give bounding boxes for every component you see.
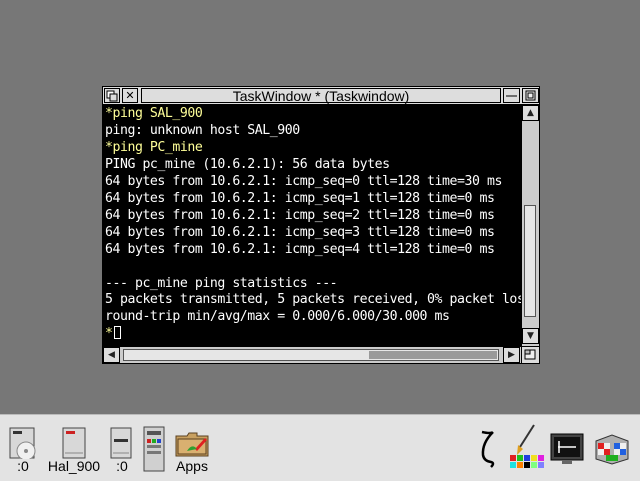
iconise-button[interactable] <box>503 88 520 103</box>
window-title: TaskWindow * (Taskwindow) <box>232 88 410 104</box>
scroll-left-button[interactable]: ◀ <box>103 347 120 363</box>
paint-icon <box>510 424 544 468</box>
icon-bar: :0 Hal_900 :0 Apps <box>0 414 640 481</box>
scroll-down-button[interactable]: ▼ <box>522 328 539 344</box>
iconbar-display[interactable] <box>548 415 586 481</box>
toggle-size-icon <box>525 90 536 101</box>
hard-disc-icon <box>62 427 86 459</box>
cd-drive-icon <box>9 427 36 459</box>
scroll-thumb-shade <box>369 351 497 359</box>
iconbar-hal-disc[interactable]: Hal_900 <box>44 415 104 481</box>
scroll-up-button[interactable]: ▲ <box>522 105 539 121</box>
terminal-line: 64 bytes from 10.6.2.1: icmp_seq=2 ttl=1… <box>105 207 495 223</box>
iconbar-cd-drive[interactable]: :0 <box>6 415 40 481</box>
title-bar[interactable]: ✕ TaskWindow * (Taskwindow) <box>103 87 539 105</box>
terminal-line: round-trip min/avg/max = 0.000/6.000/30.… <box>105 309 450 325</box>
iconbar-printer[interactable] <box>140 415 168 481</box>
horizontal-scroll-thumb[interactable] <box>123 349 499 361</box>
drive-icon <box>110 427 132 459</box>
toggle-size-button[interactable] <box>522 88 539 103</box>
arrow-down-icon: ▼ <box>527 331 534 341</box>
iconbar-zeta[interactable] <box>474 415 502 481</box>
terminal-line: *ping SAL_900 <box>105 106 203 121</box>
arrow-up-icon: ▲ <box>527 108 534 118</box>
close-button[interactable]: ✕ <box>122 88 138 103</box>
back-button[interactable] <box>104 88 120 103</box>
vertical-scroll-thumb[interactable] <box>524 205 536 317</box>
scroll-right-button[interactable]: ▶ <box>503 347 520 363</box>
arrow-left-icon: ◀ <box>108 350 115 360</box>
terminal-line: --- pc_mine ping statistics --- <box>105 275 338 291</box>
terminal-line: *ping PC_mine <box>105 139 203 155</box>
iconbar-paint[interactable] <box>506 415 546 481</box>
resize-handle[interactable] <box>521 346 539 363</box>
terminal-line: ping: unknown host SAL_900 <box>105 122 300 138</box>
iconbar-label: :0 <box>116 458 128 474</box>
apps-folder-icon <box>175 432 209 457</box>
terminal-output[interactable]: *ping SAL_900 ping: unknown host SAL_900 *… <box>103 105 521 346</box>
iconbar-label: :0 <box>17 458 29 474</box>
arrow-right-icon: ▶ <box>508 350 515 360</box>
terminal-line: 64 bytes from 10.6.2.1: icmp_seq=3 ttl=1… <box>105 224 495 240</box>
window-title-area[interactable]: TaskWindow * (Taskwindow) <box>141 88 501 104</box>
iconise-icon <box>506 95 517 97</box>
close-icon: ✕ <box>125 89 135 102</box>
iconbar-label: Hal_900 <box>47 458 101 474</box>
iconbar-label: Apps <box>176 458 208 474</box>
prompt-symbol: * <box>105 326 113 342</box>
taskwindow: ✕ TaskWindow * (Taskwindow) *ping SAL_90… <box>102 86 540 364</box>
terminal-line: 64 bytes from 10.6.2.1: icmp_seq=1 ttl=1… <box>105 190 495 206</box>
back-icon <box>106 90 118 102</box>
vertical-scrollbar[interactable]: ▲ ▼ <box>521 105 539 346</box>
text-cursor <box>113 326 121 340</box>
task-manager-icon <box>595 434 629 465</box>
terminal-line: 64 bytes from 10.6.2.1: icmp_seq=4 ttl=1… <box>105 241 495 257</box>
iconbar-task-manager[interactable] <box>590 415 634 481</box>
horizontal-scrollbar[interactable]: ◀ ▶ <box>103 346 521 363</box>
iconbar-ram-disc[interactable]: :0 <box>106 415 138 481</box>
display-icon <box>550 433 584 464</box>
terminal-line: 64 bytes from 10.6.2.1: icmp_seq=0 ttl=1… <box>105 173 502 189</box>
resize-icon <box>524 349 536 360</box>
printer-icon <box>143 426 165 472</box>
terminal-prompt[interactable]: * <box>105 325 121 342</box>
zeta-icon <box>481 430 495 468</box>
terminal-line: PING pc_mine (10.6.2.1): 56 data bytes <box>105 156 390 172</box>
iconbar-apps[interactable]: Apps <box>172 415 212 481</box>
terminal-line: 5 packets transmitted, 5 packets receive… <box>105 292 521 308</box>
